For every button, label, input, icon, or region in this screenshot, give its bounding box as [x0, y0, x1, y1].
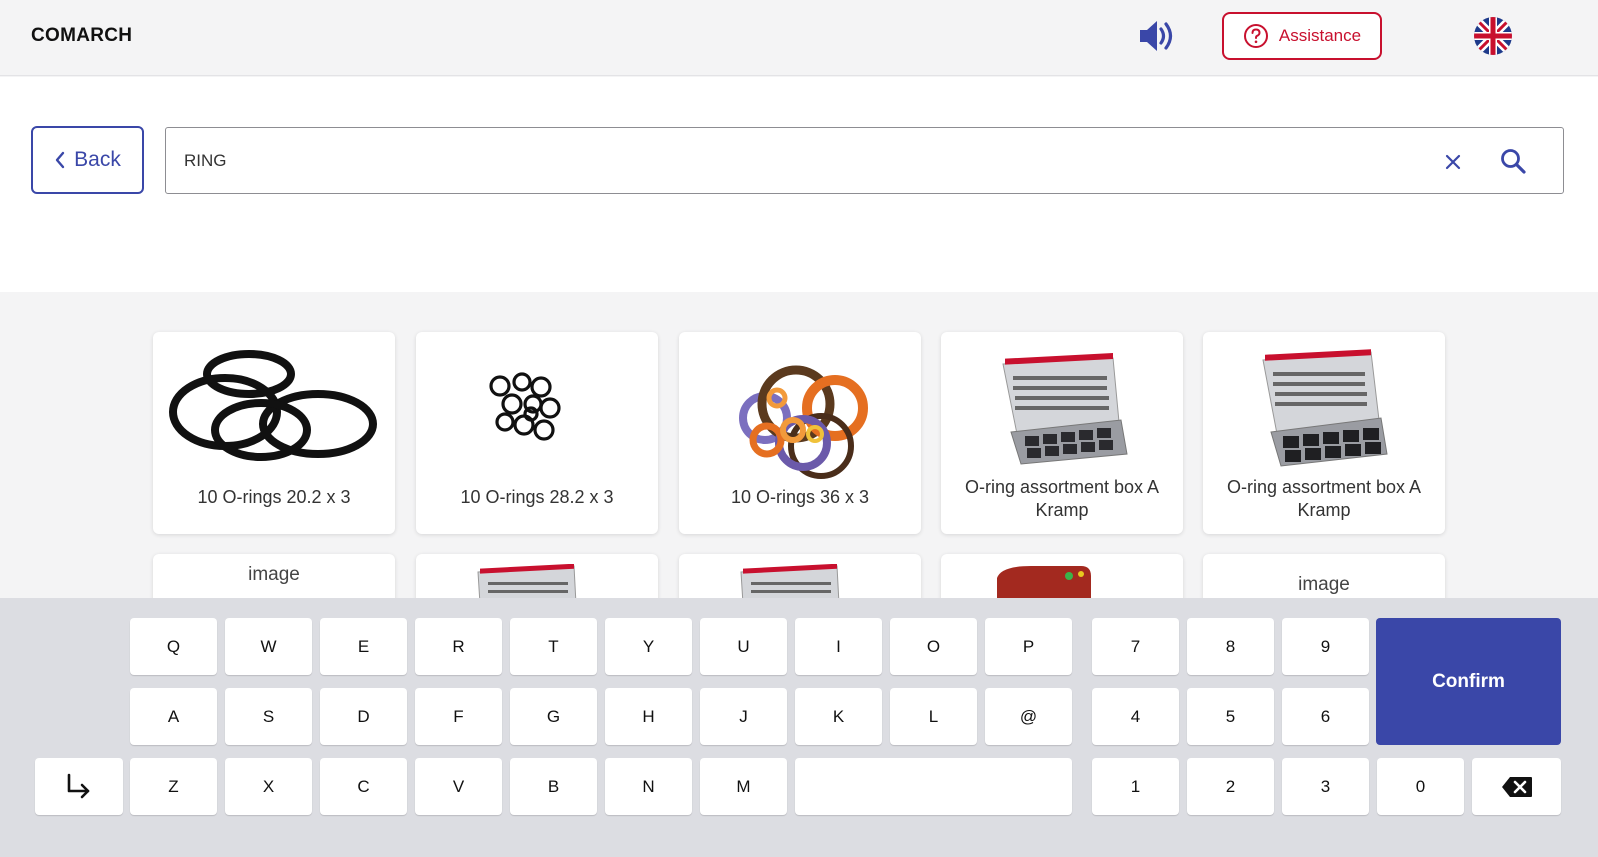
uk-flag-icon[interactable] [1474, 17, 1512, 55]
top-bar: COMARCH Assistance [0, 0, 1598, 76]
key-k[interactable]: K [795, 688, 882, 745]
key-n[interactable]: N [605, 758, 692, 815]
key-at[interactable]: @ [985, 688, 1072, 745]
product-title: 10 O-rings 28.2 x 3 [460, 487, 614, 507]
help-circle-icon [1243, 24, 1268, 48]
product-image [1262, 349, 1388, 467]
key-2[interactable]: 2 [1187, 758, 1274, 815]
clear-icon[interactable] [1441, 150, 1465, 174]
product-card[interactable] [416, 554, 658, 598]
key-1[interactable]: 1 [1092, 758, 1179, 815]
key-4[interactable]: 4 [1092, 688, 1179, 745]
product-image [740, 564, 840, 598]
key-7[interactable]: 7 [1092, 618, 1179, 675]
broken-image: image [248, 564, 300, 585]
key-r[interactable]: R [415, 618, 502, 675]
product-card[interactable]: image [1203, 554, 1445, 598]
product-title: O-ring assortment box A Kramp [1226, 477, 1422, 520]
product-card[interactable]: 10 O-rings 36 x 3 [679, 332, 921, 534]
app-logo: COMARCH [31, 25, 133, 46]
chevron-left-icon [55, 151, 65, 169]
search-box [165, 127, 1564, 194]
key-w[interactable]: W [225, 618, 312, 675]
key-e[interactable]: E [320, 618, 407, 675]
key-j[interactable]: J [700, 688, 787, 745]
search-icon[interactable] [1499, 147, 1527, 175]
product-card[interactable]: O-ring assortment box A Kramp [1203, 332, 1445, 534]
product-image [1002, 352, 1128, 465]
key-g[interactable]: G [510, 688, 597, 745]
key-s[interactable]: S [225, 688, 312, 745]
key-x[interactable]: X [225, 758, 312, 815]
speaker-icon[interactable] [1136, 15, 1180, 57]
key-0[interactable]: 0 [1377, 758, 1464, 815]
product-card[interactable] [679, 554, 921, 598]
product-title: 10 O-rings 36 x 3 [730, 487, 870, 507]
enter-arrow-icon [67, 773, 90, 798]
key-z[interactable]: Z [130, 758, 217, 815]
key-v[interactable]: V [415, 758, 502, 815]
key-9[interactable]: 9 [1282, 618, 1369, 675]
key-p[interactable]: P [985, 618, 1072, 675]
assistance-label: Assistance [1278, 26, 1362, 45]
key-t[interactable]: T [510, 618, 597, 675]
backspace-key[interactable] [1472, 758, 1561, 815]
product-card[interactable]: image [153, 554, 395, 598]
key-y[interactable]: Y [605, 618, 692, 675]
key-3[interactable]: 3 [1282, 758, 1369, 815]
search-area: Back [0, 77, 1598, 292]
key-8[interactable]: 8 [1187, 618, 1274, 675]
results-grid: 10 O-rings 20.2 x 3 10 O-rings 28.2 x 3 [0, 292, 1598, 598]
backspace-icon [1501, 776, 1532, 797]
key-a[interactable]: A [130, 688, 217, 745]
key-5[interactable]: 5 [1187, 688, 1274, 745]
product-title: 10 O-rings 20.2 x 3 [197, 487, 351, 507]
key-m[interactable]: M [700, 758, 787, 815]
broken-image: image [1298, 574, 1350, 595]
product-title: O-ring assortment box A Kramp [964, 477, 1160, 520]
onscreen-keyboard: Q W E R T Y U I O P 7 8 9 A S D F G H J … [0, 598, 1598, 857]
product-image [489, 372, 561, 441]
product-card[interactable]: O-ring assortment box A Kramp [941, 332, 1183, 534]
back-label: Back [74, 148, 121, 171]
product-image [169, 350, 377, 461]
key-l[interactable]: L [890, 688, 977, 745]
assistance-button[interactable]: Assistance [1222, 12, 1382, 60]
product-image [997, 566, 1091, 598]
product-card[interactable] [941, 554, 1183, 598]
key-b[interactable]: B [510, 758, 597, 815]
back-button[interactable]: Back [31, 126, 144, 194]
enter-key[interactable] [35, 758, 123, 815]
product-card[interactable]: 10 O-rings 20.2 x 3 [153, 332, 395, 534]
key-u[interactable]: U [700, 618, 787, 675]
product-image [477, 564, 577, 598]
space-key[interactable] [795, 758, 1072, 815]
product-card[interactable]: 10 O-rings 28.2 x 3 [416, 332, 658, 534]
key-q[interactable]: Q [130, 618, 217, 675]
key-c[interactable]: C [320, 758, 407, 815]
key-f[interactable]: F [415, 688, 502, 745]
key-o[interactable]: O [890, 618, 977, 675]
product-image [739, 365, 868, 479]
confirm-button[interactable]: Confirm [1376, 618, 1561, 745]
key-d[interactable]: D [320, 688, 407, 745]
search-input[interactable] [184, 146, 1384, 176]
key-h[interactable]: H [605, 688, 692, 745]
key-6[interactable]: 6 [1282, 688, 1369, 745]
key-i[interactable]: I [795, 618, 882, 675]
